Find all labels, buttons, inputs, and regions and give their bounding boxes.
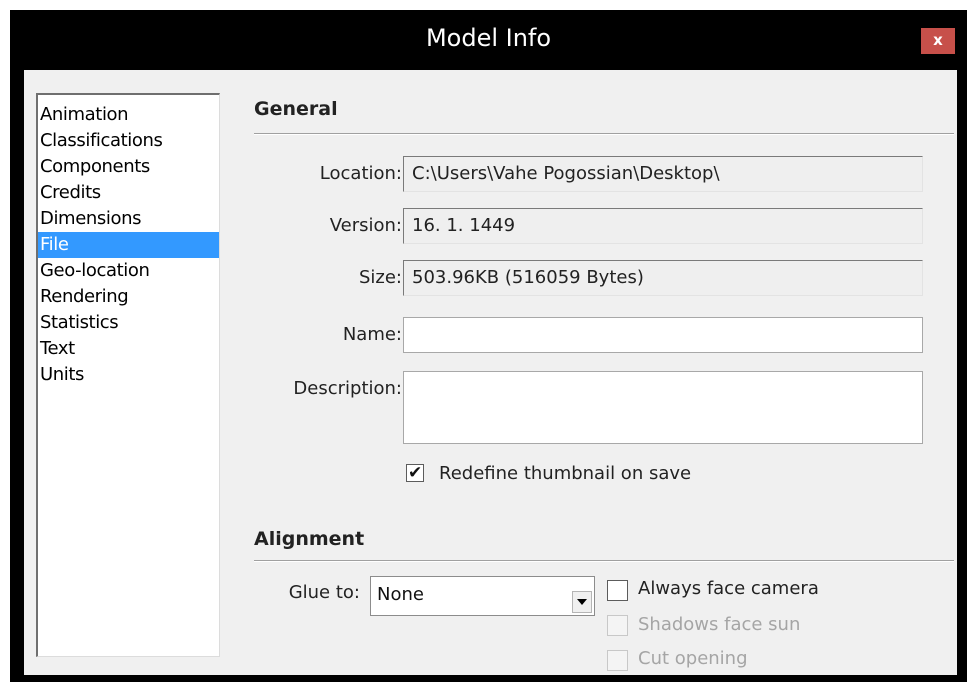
dialog-body: Animation Classifications Components Credit… bbox=[24, 70, 957, 675]
glue-to-value: None bbox=[377, 584, 424, 605]
always-face-camera-label[interactable]: Always face camera bbox=[638, 578, 819, 599]
version-field: 16. 1. 1449 bbox=[403, 208, 923, 244]
alignment-divider bbox=[254, 560, 954, 562]
sidebar-item-components[interactable]: Components bbox=[38, 154, 219, 180]
name-label: Name: bbox=[342, 324, 402, 345]
sidebar-item-file[interactable]: File bbox=[38, 232, 219, 258]
redefine-thumbnail-checkbox[interactable]: ✔ bbox=[406, 463, 424, 482]
sidebar-item-classifications[interactable]: Classifications bbox=[38, 128, 219, 154]
description-textarea[interactable] bbox=[403, 371, 923, 444]
sidebar-item-animation[interactable]: Animation bbox=[38, 102, 219, 128]
sidebar-item-rendering[interactable]: Rendering bbox=[38, 284, 219, 310]
sidebar-item-credits[interactable]: Credits bbox=[38, 180, 219, 206]
sidebar-item-geo-location[interactable]: Geo-location bbox=[38, 258, 219, 284]
description-label: Description: bbox=[293, 378, 402, 399]
cut-opening-checkbox bbox=[607, 650, 628, 671]
glue-to-label: Glue to: bbox=[288, 582, 360, 603]
location-field: C:\Users\Vahe Pogossian\Desktop\ bbox=[403, 156, 923, 192]
glue-to-select[interactable]: None bbox=[370, 576, 595, 616]
general-section-title: General bbox=[254, 98, 338, 120]
shadows-face-sun-checkbox bbox=[607, 615, 628, 636]
size-field: 503.96KB (516059 Bytes) bbox=[403, 260, 923, 296]
sidebar-item-dimensions[interactable]: Dimensions bbox=[38, 206, 219, 232]
close-icon: x bbox=[933, 31, 943, 49]
chevron-down-icon[interactable] bbox=[572, 591, 592, 613]
redefine-thumbnail-label[interactable]: Redefine thumbnail on save bbox=[439, 463, 691, 484]
version-label: Version: bbox=[329, 215, 402, 236]
sidebar-item-statistics[interactable]: Statistics bbox=[38, 310, 219, 336]
general-divider bbox=[254, 133, 954, 135]
close-button[interactable]: x bbox=[921, 28, 955, 54]
location-label: Location: bbox=[319, 163, 402, 184]
shadows-face-sun-label: Shadows face sun bbox=[638, 614, 801, 635]
checkmark-icon: ✔ bbox=[408, 463, 423, 482]
category-list[interactable]: Animation Classifications Components Credit… bbox=[36, 93, 220, 657]
title-bar[interactable]: Model Info x bbox=[10, 10, 967, 70]
always-face-camera-checkbox[interactable] bbox=[607, 580, 628, 601]
alignment-section-title: Alignment bbox=[254, 528, 365, 550]
window-title: Model Info bbox=[425, 24, 552, 52]
name-input[interactable] bbox=[403, 317, 923, 353]
sidebar-item-text[interactable]: Text bbox=[38, 336, 219, 362]
sidebar-item-units[interactable]: Units bbox=[38, 362, 219, 388]
model-info-window: Model Info x Animation Classifications Com… bbox=[10, 10, 967, 682]
size-label: Size: bbox=[358, 267, 402, 288]
cut-opening-label: Cut opening bbox=[638, 648, 748, 669]
